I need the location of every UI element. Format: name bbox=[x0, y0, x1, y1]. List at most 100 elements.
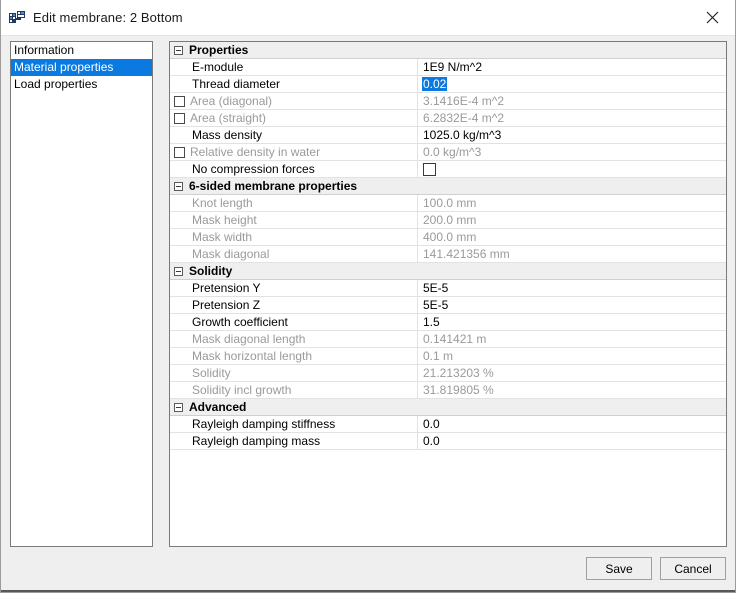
property-value-cell[interactable]: 400.0 mm bbox=[418, 229, 726, 245]
override-checkbox[interactable] bbox=[174, 112, 185, 124]
property-row[interactable]: Mask height 200.0 mm bbox=[170, 212, 726, 229]
property-row[interactable]: Mask width 400.0 mm bbox=[170, 229, 726, 246]
property-row[interactable]: Growth coefficient 1.5 bbox=[170, 314, 726, 331]
property-row[interactable]: Thread diameter 0.02 bbox=[170, 76, 726, 93]
category-list[interactable]: Information Material properties Load prope… bbox=[10, 41, 153, 547]
property-label-cell: Mask diagonal length bbox=[170, 331, 418, 347]
property-value-cell[interactable]: 0.0 bbox=[418, 433, 726, 449]
property-row[interactable]: Pretension Z 5E-5 bbox=[170, 297, 726, 314]
property-value-cell[interactable]: 5E-5 bbox=[418, 297, 726, 313]
property-label-cell: Mask diagonal bbox=[170, 246, 418, 262]
property-label-cell: Area (straight) bbox=[170, 110, 418, 126]
property-value-cell[interactable]: 0.1 m bbox=[418, 348, 726, 364]
property-value-cell[interactable]: 141.421356 mm bbox=[418, 246, 726, 262]
section-header[interactable]: Solidity bbox=[170, 263, 726, 280]
property-label-cell: Area (diagonal) bbox=[170, 93, 418, 109]
property-row[interactable]: No compression forces bbox=[170, 161, 726, 178]
close-icon[interactable] bbox=[690, 0, 735, 35]
collapse-minus-icon[interactable] bbox=[174, 45, 183, 55]
property-label-cell: Rayleigh damping stiffness bbox=[170, 416, 418, 432]
property-value-cell[interactable]: 0.02 bbox=[418, 76, 726, 92]
property-row[interactable]: Solidity incl growth 31.819805 % bbox=[170, 382, 726, 399]
property-label: Knot length bbox=[192, 196, 253, 210]
title-bar: Edit membrane: 2 Bottom bbox=[1, 0, 735, 36]
property-label: Solidity bbox=[192, 366, 231, 380]
section-header-label: 6-sided membrane properties bbox=[170, 178, 418, 194]
property-value-cell[interactable] bbox=[418, 161, 726, 177]
property-value: 200.0 mm bbox=[423, 213, 477, 227]
property-row[interactable]: E-module 1E9 N/m^2 bbox=[170, 59, 726, 76]
window-bottom-edge bbox=[1, 590, 735, 592]
value-checkbox[interactable] bbox=[423, 162, 436, 176]
sidebar-item-load-properties[interactable]: Load properties bbox=[11, 76, 152, 93]
property-value: 31.819805 % bbox=[423, 383, 494, 397]
property-row[interactable]: Area (diagonal) 3.1416E-4 m^2 bbox=[170, 93, 726, 110]
property-value-cell[interactable]: 0.0 bbox=[418, 416, 726, 432]
override-checkbox[interactable] bbox=[174, 146, 185, 158]
save-button[interactable]: Save bbox=[586, 557, 652, 580]
property-value: 141.421356 mm bbox=[423, 247, 510, 261]
section-title: Properties bbox=[189, 43, 249, 57]
property-value-cell[interactable]: 6.2832E-4 m^2 bbox=[418, 110, 726, 126]
property-row[interactable]: Solidity 21.213203 % bbox=[170, 365, 726, 382]
property-label-cell: Knot length bbox=[170, 195, 418, 211]
cancel-button[interactable]: Cancel bbox=[660, 557, 726, 580]
property-label-cell: No compression forces bbox=[170, 161, 418, 177]
property-grid[interactable]: Properties E-module 1E9 N/m^2 Thread diamet… bbox=[169, 41, 727, 547]
property-label-cell: Mask height bbox=[170, 212, 418, 228]
property-label-cell: Relative density in water bbox=[170, 144, 418, 160]
section-header[interactable]: Properties bbox=[170, 42, 726, 59]
property-value-cell[interactable]: 5E-5 bbox=[418, 280, 726, 296]
property-label: Pretension Z bbox=[192, 298, 261, 312]
property-label: Area (straight) bbox=[190, 111, 267, 125]
sidebar-item-material-properties[interactable]: Material properties bbox=[11, 59, 152, 76]
property-label-cell: Pretension Y bbox=[170, 280, 418, 296]
collapse-minus-icon[interactable] bbox=[174, 402, 183, 412]
property-label: Area (diagonal) bbox=[190, 94, 273, 108]
property-row[interactable]: Relative density in water 0.0 kg/m^3 bbox=[170, 144, 726, 161]
section-header[interactable]: Advanced bbox=[170, 399, 726, 416]
collapse-minus-icon[interactable] bbox=[174, 181, 183, 191]
property-row[interactable]: Knot length 100.0 mm bbox=[170, 195, 726, 212]
property-value: 0.0 bbox=[423, 434, 440, 448]
property-value-cell[interactable]: 1E9 N/m^2 bbox=[418, 59, 726, 75]
property-value: 3.1416E-4 m^2 bbox=[423, 94, 505, 108]
property-label: Solidity incl growth bbox=[192, 383, 292, 397]
property-label-cell: Mass density bbox=[170, 127, 418, 143]
property-value: 100.0 mm bbox=[423, 196, 477, 210]
property-value-cell[interactable]: 200.0 mm bbox=[418, 212, 726, 228]
section-header-label: Advanced bbox=[170, 399, 418, 415]
collapse-minus-icon[interactable] bbox=[174, 266, 183, 276]
property-row[interactable]: Mask diagonal length 0.141421 m bbox=[170, 331, 726, 348]
property-value-cell[interactable]: 0.0 kg/m^3 bbox=[418, 144, 726, 160]
property-value: 21.213203 % bbox=[423, 366, 494, 380]
section-header-label: Properties bbox=[170, 42, 418, 58]
property-row[interactable]: Rayleigh damping mass 0.0 bbox=[170, 433, 726, 450]
property-label: Mask diagonal bbox=[192, 247, 270, 261]
property-value: 0.0 bbox=[423, 417, 440, 431]
property-value-cell[interactable]: 3.1416E-4 m^2 bbox=[418, 93, 726, 109]
property-value: 6.2832E-4 m^2 bbox=[423, 111, 505, 125]
property-value-cell[interactable]: 31.819805 % bbox=[418, 382, 726, 398]
property-row[interactable]: Rayleigh damping stiffness 0.0 bbox=[170, 416, 726, 433]
sidebar-item-information[interactable]: Information bbox=[11, 42, 152, 59]
property-row[interactable]: Mask diagonal 141.421356 mm bbox=[170, 246, 726, 263]
property-value-cell[interactable]: 100.0 mm bbox=[418, 195, 726, 211]
property-label-cell: E-module bbox=[170, 59, 418, 75]
property-row[interactable]: Area (straight) 6.2832E-4 m^2 bbox=[170, 110, 726, 127]
property-value-cell[interactable]: 1.5 bbox=[418, 314, 726, 330]
property-value-cell[interactable]: 0.141421 m bbox=[418, 331, 726, 347]
section-header[interactable]: 6-sided membrane properties bbox=[170, 178, 726, 195]
window-title: Edit membrane: 2 Bottom bbox=[33, 10, 183, 25]
property-value-cell[interactable]: 1025.0 kg/m^3 bbox=[418, 127, 726, 143]
property-label: No compression forces bbox=[192, 162, 315, 176]
property-value: 0.141421 m bbox=[423, 332, 487, 346]
section-header-spacer bbox=[418, 263, 726, 279]
property-value-cell[interactable]: 21.213203 % bbox=[418, 365, 726, 381]
property-value-editing[interactable]: 0.02 bbox=[422, 77, 448, 91]
property-row[interactable]: Mask horizontal length 0.1 m bbox=[170, 348, 726, 365]
property-row[interactable]: Mass density 1025.0 kg/m^3 bbox=[170, 127, 726, 144]
override-checkbox[interactable] bbox=[174, 95, 185, 107]
property-label: Mask horizontal length bbox=[192, 349, 313, 363]
property-row[interactable]: Pretension Y 5E-5 bbox=[170, 280, 726, 297]
